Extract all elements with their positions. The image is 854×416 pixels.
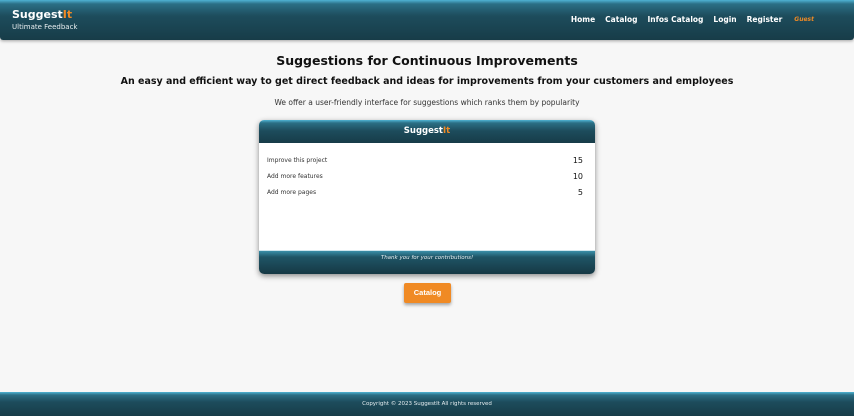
card-footer: Thank you for your contributions! — [259, 251, 595, 274]
card-title-main: Suggest — [403, 126, 443, 136]
suggestion-label: Add more pages — [267, 188, 317, 196]
catalog-button[interactable]: Catalog — [404, 283, 451, 303]
top-navbar: SuggestIt Ultimate Feedback Home Catalog… — [0, 0, 854, 40]
suggestion-count: 15 — [572, 155, 583, 165]
suggestions-card: SuggestIt Improve this project 15 Add mo… — [259, 120, 595, 274]
nav-links: Home Catalog Infos Catalog Login Registe… — [561, 15, 814, 24]
brand-name-accent: It — [62, 8, 73, 21]
suggestion-list: Improve this project 15 Add more feature… — [259, 143, 595, 251]
page-title: Suggestions for Continuous Improvements — [276, 53, 578, 68]
nav-link-login[interactable]: Login — [713, 15, 736, 24]
brand-tagline: Ultimate Feedback — [12, 23, 78, 31]
nav-link-catalog[interactable]: Catalog — [605, 15, 637, 24]
suggestion-count: 5 — [577, 187, 583, 197]
card-title-accent: It — [443, 126, 451, 136]
page-footer: Copyright © 2023 SuggestIt All rights re… — [0, 392, 854, 416]
brand-logo[interactable]: SuggestIt Ultimate Feedback — [12, 8, 77, 32]
page-description: We offer a user-friendly interface for s… — [274, 98, 580, 107]
suggestion-label: Add more features — [267, 172, 323, 180]
user-status-label: Guest — [794, 16, 814, 23]
nav-link-infos-catalog[interactable]: Infos Catalog — [647, 15, 703, 24]
card-header: SuggestIt — [259, 120, 595, 143]
nav-link-register[interactable]: Register — [747, 15, 783, 24]
brand-name: SuggestIt — [12, 8, 77, 21]
suggestion-row[interactable]: Add more features 10 — [259, 168, 595, 184]
copyright-text: Copyright © 2023 SuggestIt All rights re… — [362, 401, 492, 407]
suggestion-label: Improve this project — [267, 156, 328, 164]
suggestion-row[interactable]: Improve this project 15 — [259, 152, 595, 168]
suggestion-count: 10 — [572, 171, 583, 181]
page-subtitle: An easy and efficient way to get direct … — [120, 76, 734, 87]
suggestion-row[interactable]: Add more pages 5 — [259, 184, 595, 200]
nav-link-home[interactable]: Home — [571, 15, 595, 24]
brand-name-main: Suggest — [12, 8, 63, 21]
